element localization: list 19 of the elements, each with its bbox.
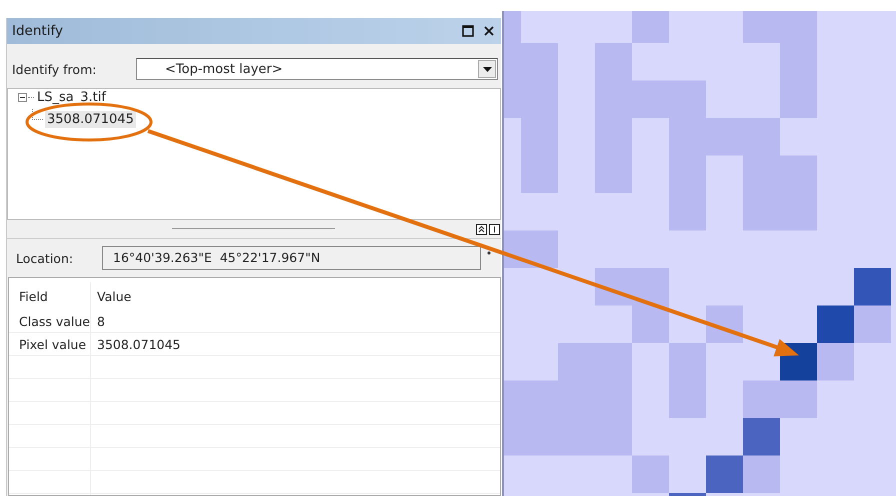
pin-icon[interactable] bbox=[489, 224, 500, 234]
column-header: Field bbox=[9, 282, 91, 310]
tree-item[interactable]: LS_sa_3.tif bbox=[35, 88, 108, 106]
table-cell: Class value bbox=[9, 310, 91, 332]
location-label: Location: bbox=[16, 250, 74, 266]
panel-title: Identify bbox=[12, 23, 64, 39]
table-cell-text: 3508.071045 bbox=[96, 336, 181, 352]
marker-icon bbox=[487, 251, 491, 255]
location-field[interactable]: 16°40'39.263"E 45°22'17.967"N bbox=[102, 246, 481, 270]
collapse-icon[interactable] bbox=[18, 92, 27, 102]
table-cell: Pixel value bbox=[9, 333, 91, 355]
table-cell-text: 8 bbox=[96, 314, 105, 328]
identify-from-label: Identify from: bbox=[12, 62, 98, 76]
double-chevron-icon[interactable] bbox=[476, 224, 487, 234]
maximize-icon[interactable] bbox=[462, 25, 474, 37]
tree-item[interactable]: 3508.071045 bbox=[45, 111, 136, 128]
layer-dropdown[interactable]: <Top-most layer> bbox=[136, 58, 498, 80]
close-icon[interactable] bbox=[483, 25, 495, 37]
column-header: Value bbox=[96, 288, 132, 304]
